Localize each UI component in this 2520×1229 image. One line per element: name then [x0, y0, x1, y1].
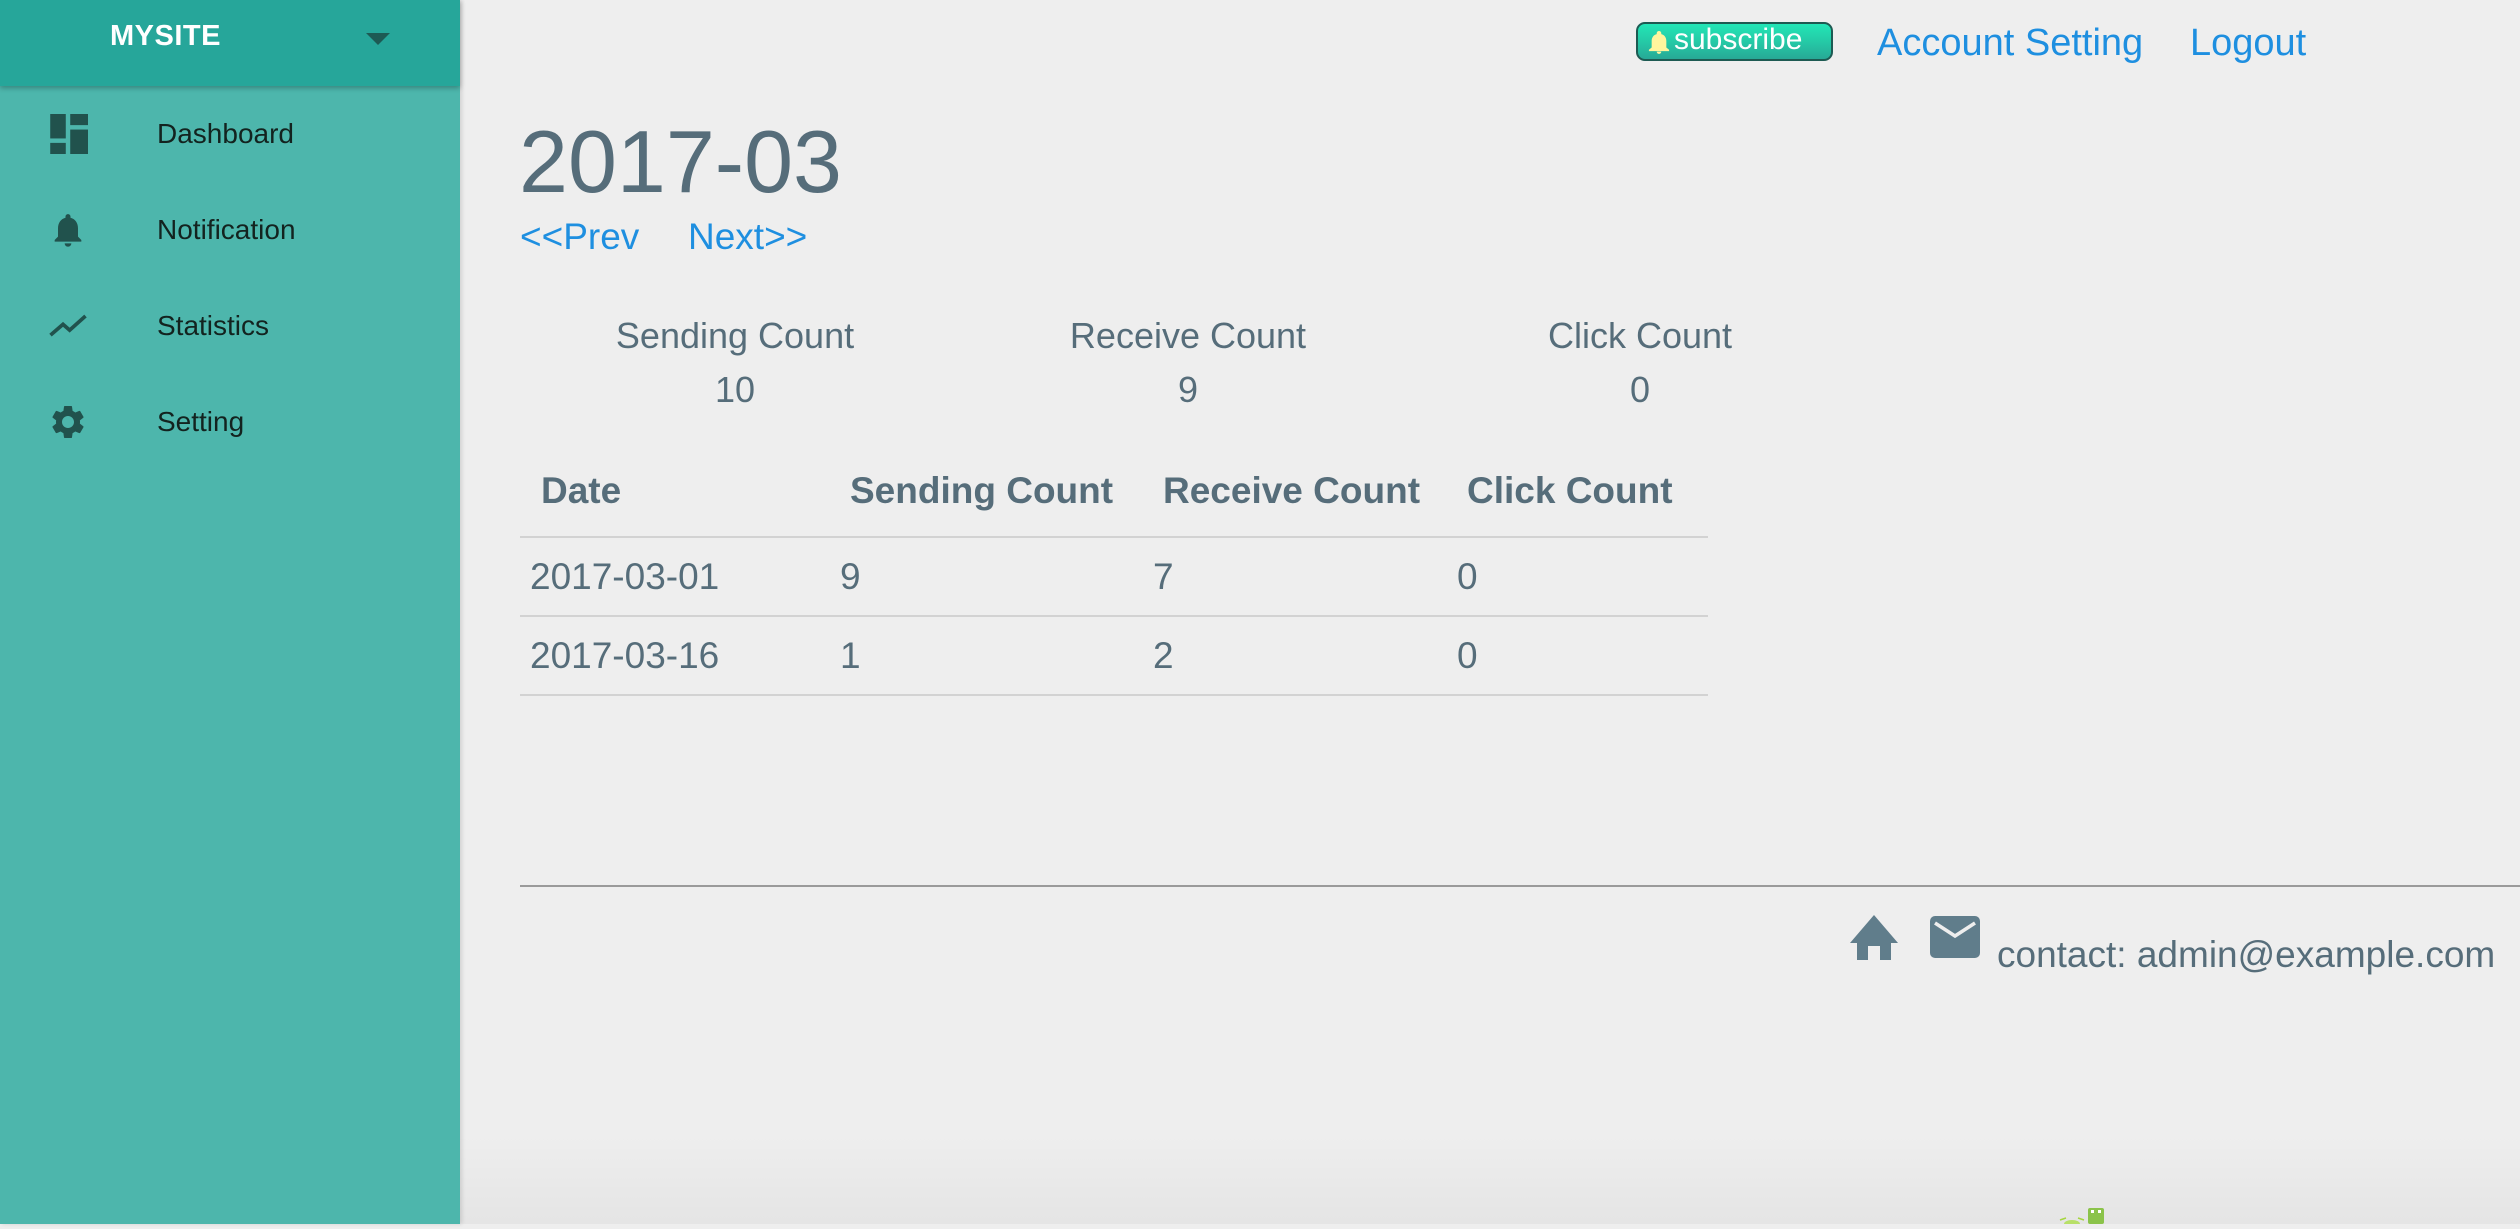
- sidebar-header: MYSITE: [0, 0, 460, 86]
- column-header-date: Date: [520, 446, 840, 538]
- mail-icon[interactable]: [1930, 914, 1980, 960]
- stats-table: Date Sending Count Receive Count Click C…: [520, 446, 1708, 696]
- cell-date: 2017-03-16: [520, 616, 840, 696]
- column-header-sending: Sending Count: [840, 446, 1153, 538]
- sidebar-item-statistics[interactable]: Statistics: [0, 278, 460, 374]
- decorative-android-icon: [2058, 1200, 2108, 1228]
- home-icon[interactable]: [1849, 914, 1899, 960]
- summary-click: Click Count 0: [1490, 314, 1790, 412]
- chevron-down-icon[interactable]: [366, 33, 390, 45]
- sidebar-item-label: Setting: [157, 406, 245, 437]
- gear-icon: [48, 402, 88, 442]
- cell-receive: 2: [1153, 616, 1457, 696]
- site-brand[interactable]: MYSITE: [110, 20, 221, 53]
- cell-sending: 9: [840, 537, 1153, 617]
- account-setting-link[interactable]: Account Setting: [1877, 22, 2143, 65]
- subscribe-button[interactable]: subscribe: [1636, 22, 1833, 61]
- logout-link[interactable]: Logout: [2190, 22, 2306, 65]
- column-header-receive: Receive Count: [1153, 446, 1457, 538]
- sidebar-item-setting[interactable]: Setting: [0, 374, 460, 470]
- summary-label: Receive Count: [1069, 315, 1307, 356]
- summary-label: Sending Count: [615, 315, 855, 356]
- contact-email: contact: admin@example.com: [1997, 934, 2496, 975]
- sidebar-item-label: Dashboard: [157, 118, 294, 149]
- column-header-click: Click Count: [1457, 446, 1708, 538]
- summary-value: 10: [714, 369, 756, 410]
- table-row: 2017-03-16 1 2 0: [520, 616, 1708, 696]
- summary-sending: Sending Count 10: [585, 314, 885, 412]
- cell-click: 0: [1457, 537, 1708, 617]
- trending-icon: [48, 306, 88, 346]
- table-row: 2017-03-01 9 7 0: [520, 537, 1708, 617]
- sidebar-item-notification[interactable]: Notification: [0, 182, 460, 278]
- cell-date: 2017-03-01: [520, 537, 840, 617]
- cell-click: 0: [1457, 616, 1708, 696]
- dashboard-icon: [48, 114, 88, 154]
- subscribe-label: subscribe: [1674, 22, 1803, 56]
- table-header-row: Date Sending Count Receive Count Click C…: [520, 446, 1708, 538]
- next-month-link[interactable]: Next>>: [688, 216, 807, 258]
- bell-icon: [1648, 29, 1670, 55]
- page-title: 2017-03: [519, 112, 842, 211]
- summary-value: 0: [1629, 369, 1651, 410]
- summary-value: 9: [1177, 369, 1199, 410]
- cell-receive: 7: [1153, 537, 1457, 617]
- cell-sending: 1: [840, 616, 1153, 696]
- bell-icon: [48, 210, 88, 250]
- sidebar: MYSITE Dashboard Notification Statistics…: [0, 0, 460, 1224]
- sidebar-item-label: Statistics: [157, 310, 270, 341]
- summary-label: Click Count: [1547, 315, 1733, 356]
- prev-month-link[interactable]: <<Prev: [520, 216, 639, 258]
- sidebar-item-label: Notification: [157, 214, 296, 245]
- sidebar-item-dashboard[interactable]: Dashboard: [0, 86, 460, 182]
- footer-divider: [520, 885, 2520, 887]
- summary-receive: Receive Count 9: [1038, 314, 1338, 412]
